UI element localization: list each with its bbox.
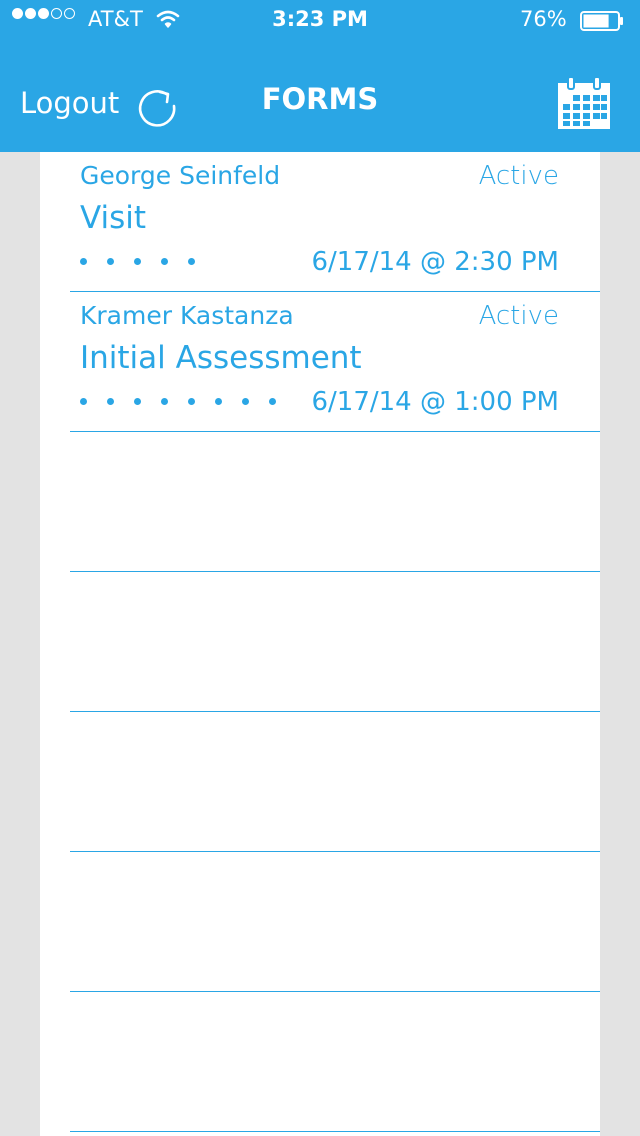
- status-bar: AT&T 3:23 PM 76%: [0, 0, 640, 40]
- progress-dot: [107, 258, 114, 265]
- progress-dot: [269, 398, 276, 405]
- form-row[interactable]: [70, 852, 600, 992]
- form-row[interactable]: [70, 572, 600, 712]
- form-status: Active: [478, 161, 559, 191]
- patient-name: Kramer Kastanza: [80, 301, 294, 330]
- progress-dot: [242, 398, 249, 405]
- form-datetime: 6/17/14 @ 1:00 PM: [311, 387, 559, 417]
- progress-dots: [80, 398, 276, 405]
- form-datetime: 6/17/14 @ 2:30 PM: [311, 247, 559, 277]
- form-type: Visit: [80, 200, 147, 236]
- form-status: Active: [478, 301, 559, 331]
- progress-dot: [188, 258, 195, 265]
- progress-dot: [80, 258, 87, 265]
- form-row[interactable]: [70, 992, 600, 1132]
- forms-list: George Seinfeld Active Visit 6/17/14 @ 2…: [40, 152, 600, 1136]
- form-row[interactable]: George Seinfeld Active Visit 6/17/14 @ 2…: [70, 152, 600, 292]
- progress-dot: [134, 258, 141, 265]
- form-type: Initial Assessment: [80, 340, 362, 376]
- progress-dot: [161, 398, 168, 405]
- app-header: AT&T 3:23 PM 76% Logout FORMS: [0, 0, 640, 152]
- progress-dot: [161, 258, 168, 265]
- progress-dot: [80, 398, 87, 405]
- battery-icon: [580, 11, 623, 31]
- battery-percentage: 76%: [520, 7, 567, 31]
- patient-name: George Seinfeld: [80, 161, 281, 190]
- form-row[interactable]: [70, 432, 600, 572]
- progress-dot: [107, 398, 114, 405]
- page-title: FORMS: [261, 82, 379, 116]
- form-row[interactable]: [70, 712, 600, 852]
- calendar-icon[interactable]: [556, 75, 612, 131]
- form-row[interactable]: Kramer Kastanza Active Initial Assessmen…: [70, 292, 600, 432]
- progress-dot: [215, 398, 222, 405]
- progress-dots: [80, 258, 195, 265]
- progress-dot: [134, 398, 141, 405]
- progress-dot: [188, 398, 195, 405]
